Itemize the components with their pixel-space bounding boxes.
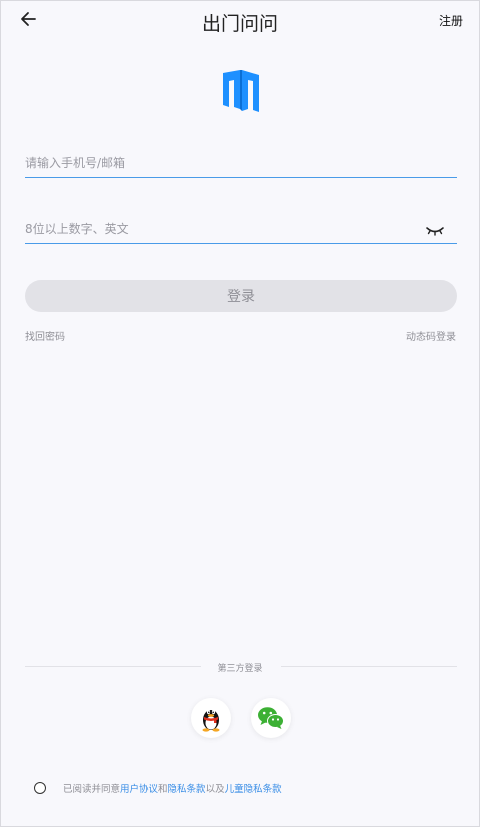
account-input[interactable] bbox=[25, 156, 457, 170]
agreement-text: 已阅读并同意用户协议和隐私条款以及儿童隐私条款 bbox=[63, 781, 282, 795]
qq-login-button[interactable] bbox=[191, 698, 231, 738]
password-field[interactable] bbox=[25, 215, 457, 244]
register-link[interactable]: 注册 bbox=[439, 12, 463, 29]
eye-closed-icon[interactable] bbox=[425, 223, 445, 237]
forgot-password-link[interactable]: 找回密码 bbox=[25, 328, 65, 343]
privacy-policy-link[interactable]: 隐私条款 bbox=[168, 784, 206, 795]
page-title: 出门问问 bbox=[201, 13, 278, 35]
user-agreement-link[interactable]: 用户协议 bbox=[120, 784, 158, 795]
agreement-and2: 以及 bbox=[205, 784, 225, 795]
agreement-radio[interactable] bbox=[34, 782, 46, 794]
agreement-prefix: 已阅读并同意 bbox=[63, 784, 121, 795]
agreement-and: 和 bbox=[158, 784, 168, 795]
children-privacy-link[interactable]: 儿童隐私条款 bbox=[225, 784, 282, 795]
third-party-login-label: 第三方登录 bbox=[217, 664, 263, 674]
wechat-login-button[interactable] bbox=[251, 698, 291, 738]
account-field[interactable] bbox=[25, 149, 457, 178]
divider-right bbox=[281, 666, 457, 667]
qq-penguin-icon bbox=[202, 709, 220, 732]
login-button[interactable]: 登录 bbox=[25, 280, 457, 312]
mobvoi-logo-icon bbox=[220, 67, 262, 115]
dynamic-code-login-link[interactable]: 动态码登录 bbox=[406, 328, 456, 343]
wechat-icon bbox=[258, 707, 284, 729]
password-input[interactable] bbox=[25, 222, 457, 236]
